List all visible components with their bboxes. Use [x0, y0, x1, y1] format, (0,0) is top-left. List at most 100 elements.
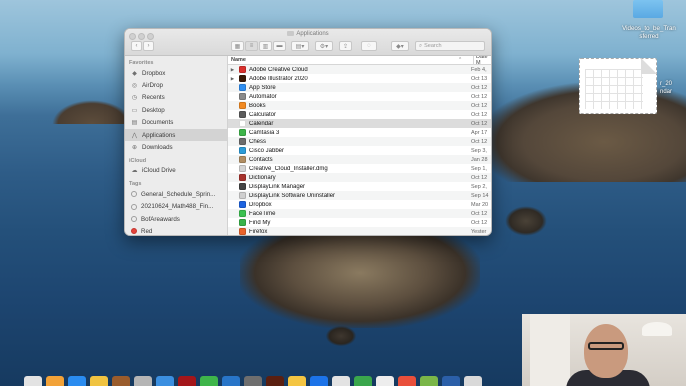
dock-app-icon[interactable] — [90, 376, 108, 386]
file-list[interactable]: Name ⌃ Date M ▶ Adobe Creative Cloud Feb 4… — [228, 56, 491, 235]
dock-app-icon[interactable] — [266, 376, 284, 386]
icon-view-button[interactable]: ▦ — [231, 41, 244, 51]
file-name: DisplayLink Manager — [249, 183, 306, 190]
file-row[interactable]: FaceTime Oct 12 — [228, 209, 491, 218]
sidebar-item-recents[interactable]: ◷ Recents — [125, 92, 227, 104]
file-row[interactable]: App Store Oct 12 — [228, 83, 491, 92]
sidebar-tag-item[interactable]: BofAreawards — [125, 213, 227, 225]
webcam-person-head — [584, 324, 628, 378]
file-name: Cisco Jabber — [249, 147, 285, 154]
dock-app-icon[interactable] — [354, 376, 372, 386]
dock-app-icon[interactable] — [222, 376, 240, 386]
list-view-button[interactable]: ≡ — [245, 41, 258, 51]
file-row[interactable]: Books Oct 12 — [228, 101, 491, 110]
sidebar-tag-item[interactable]: 20210624_Math488_Fin... — [125, 201, 227, 213]
desktop-folder-icon[interactable] — [633, 0, 663, 18]
file-row[interactable]: Cisco Jabber Sep 3, — [228, 146, 491, 155]
group-by-button[interactable]: ▤▾ — [291, 41, 309, 51]
app-icon — [239, 120, 246, 127]
file-row[interactable]: Dictionary Oct 12 — [228, 173, 491, 182]
dock-app-icon[interactable] — [464, 376, 482, 386]
app-icon — [239, 165, 246, 172]
list-icon: ≡ — [249, 43, 254, 49]
search-placeholder: Search — [424, 43, 442, 49]
file-name: Creative_Cloud_Installer.dmg — [249, 165, 328, 172]
sidebar-tag-item[interactable]: Red — [125, 225, 227, 235]
file-row[interactable]: Chess Oct 12 — [228, 137, 491, 146]
file-row[interactable]: ▶ Adobe Illustrator 2020 Oct 13 — [228, 74, 491, 83]
sidebar-item-documents[interactable]: ▤ Documents — [125, 117, 227, 129]
share-icon: ⇪ — [342, 43, 349, 50]
desktop-folder-label[interactable]: Videos_to_be_Tran sferred — [616, 25, 682, 41]
column-header-name[interactable]: Name — [228, 57, 246, 63]
back-button[interactable]: ‹ — [131, 41, 142, 51]
file-row[interactable]: ▶ Adobe Creative Cloud Feb 4, — [228, 65, 491, 74]
dock-app-icon[interactable] — [442, 376, 460, 386]
sidebar-favorites-list: ◆ Dropbox ◎ AirDrop ◷ Recents ▭ Desktop ▤ Documen… — [125, 67, 227, 154]
sidebar-item-dropbox[interactable]: ◆ Dropbox — [125, 67, 227, 79]
dock-app-icon[interactable] — [46, 376, 64, 386]
disclosure-triangle-icon[interactable]: ▶ — [228, 67, 237, 73]
edit-tags-button[interactable]: ◌ — [361, 41, 377, 51]
dock-app-icon[interactable] — [178, 376, 196, 386]
action-menu-button[interactable]: ⚙▾ — [315, 41, 333, 51]
file-row[interactable]: Camtasia 3 Apr 17 — [228, 128, 491, 137]
gear-icon: ⚙▾ — [319, 43, 329, 50]
tag-color-dot-icon — [131, 203, 137, 210]
file-date-modified: Jan 28 — [471, 156, 488, 163]
dock-app-icon[interactable] — [200, 376, 218, 386]
dock-app-icon[interactable] — [376, 376, 394, 386]
file-row[interactable]: Dropbox Mar 20 — [228, 200, 491, 209]
file-row[interactable]: Calendar Oct 12 — [228, 119, 491, 128]
search-field[interactable]: ⌕ Search — [415, 41, 485, 51]
sidebar-item-downloads[interactable]: ⊕ Downloads — [125, 141, 227, 153]
sidebar-item-desktop[interactable]: ▭ Desktop — [125, 104, 227, 116]
sidebar-item-applications[interactable]: ⋀ Applications — [125, 128, 227, 142]
page-fold-icon — [641, 58, 657, 74]
sidebar-item-label: Downloads — [142, 144, 173, 152]
sidebar-item-label: Dropbox — [142, 69, 166, 77]
app-icon — [239, 228, 246, 235]
dock-app-icon[interactable] — [68, 376, 86, 386]
file-date-modified: Oct 12 — [471, 84, 488, 91]
sidebar-tag-label: 20210624_Math488_Fin... — [141, 203, 214, 211]
desktop-document-label[interactable]: r_20 ndar — [660, 80, 672, 96]
dock-app-icon[interactable] — [244, 376, 262, 386]
finder-window[interactable]: Applications ‹ › ▦ ≡ ▥ ▬ ▤▾ ⚙▾ ⇪ ◌ ◆▾ ⌕ … — [124, 28, 492, 236]
file-row[interactable]: Find My Oct 12 — [228, 218, 491, 227]
dock-app-icon[interactable] — [332, 376, 350, 386]
dock-app-icon[interactable] — [156, 376, 174, 386]
dock-app-icon[interactable] — [134, 376, 152, 386]
app-icon — [239, 138, 246, 145]
sidebar-item-label: Applications — [142, 131, 176, 139]
dock-app-icon[interactable] — [288, 376, 306, 386]
file-row[interactable]: Firefox Yester — [228, 227, 491, 235]
file-row[interactable]: Creative_Cloud_Installer.dmg Sep 1, — [228, 164, 491, 173]
sidebar-tag-label: Red — [141, 227, 153, 235]
dock-app-icon[interactable] — [420, 376, 438, 386]
dock-app-icon[interactable] — [398, 376, 416, 386]
file-row[interactable]: DisplayLink Manager Sep 2, — [228, 182, 491, 191]
calendar-grid-thumbnail — [585, 69, 643, 109]
file-row[interactable]: Automator Oct 12 — [228, 92, 491, 101]
file-date-modified: Oct 12 — [471, 138, 488, 145]
column-view-button[interactable]: ▥ — [259, 41, 272, 51]
desktop-calendar-document-icon[interactable] — [579, 58, 657, 114]
disclosure-triangle-icon[interactable]: ▶ — [228, 76, 237, 82]
file-row[interactable]: Contacts Jan 28 — [228, 155, 491, 164]
dock-app-icon[interactable] — [310, 376, 328, 386]
dock-app-icon[interactable] — [24, 376, 42, 386]
finder-titlebar[interactable]: Applications ‹ › ▦ ≡ ▥ ▬ ▤▾ ⚙▾ ⇪ ◌ ◆▾ ⌕ … — [125, 29, 491, 56]
sidebar-item-airdrop[interactable]: ◎ AirDrop — [125, 79, 227, 91]
column-header-date-modified[interactable]: Date M — [473, 56, 491, 66]
dropbox-menu-button[interactable]: ◆▾ — [391, 41, 409, 51]
sidebar-tag-item[interactable]: General_Schedule_Sprin... — [125, 188, 227, 200]
share-button[interactable]: ⇪ — [339, 41, 352, 51]
forward-button[interactable]: › — [143, 41, 154, 51]
dock-app-icon[interactable] — [112, 376, 130, 386]
file-row[interactable]: DisplayLink Software Uninstaller Sep 14 — [228, 191, 491, 200]
file-row[interactable]: Calculator Oct 12 — [228, 110, 491, 119]
gallery-view-button[interactable]: ▬ — [273, 41, 286, 51]
sidebar-item-icloud-drive[interactable]: ☁ iCloud Drive — [125, 165, 227, 177]
desktop-folder-label-line2: sferred — [639, 33, 659, 40]
